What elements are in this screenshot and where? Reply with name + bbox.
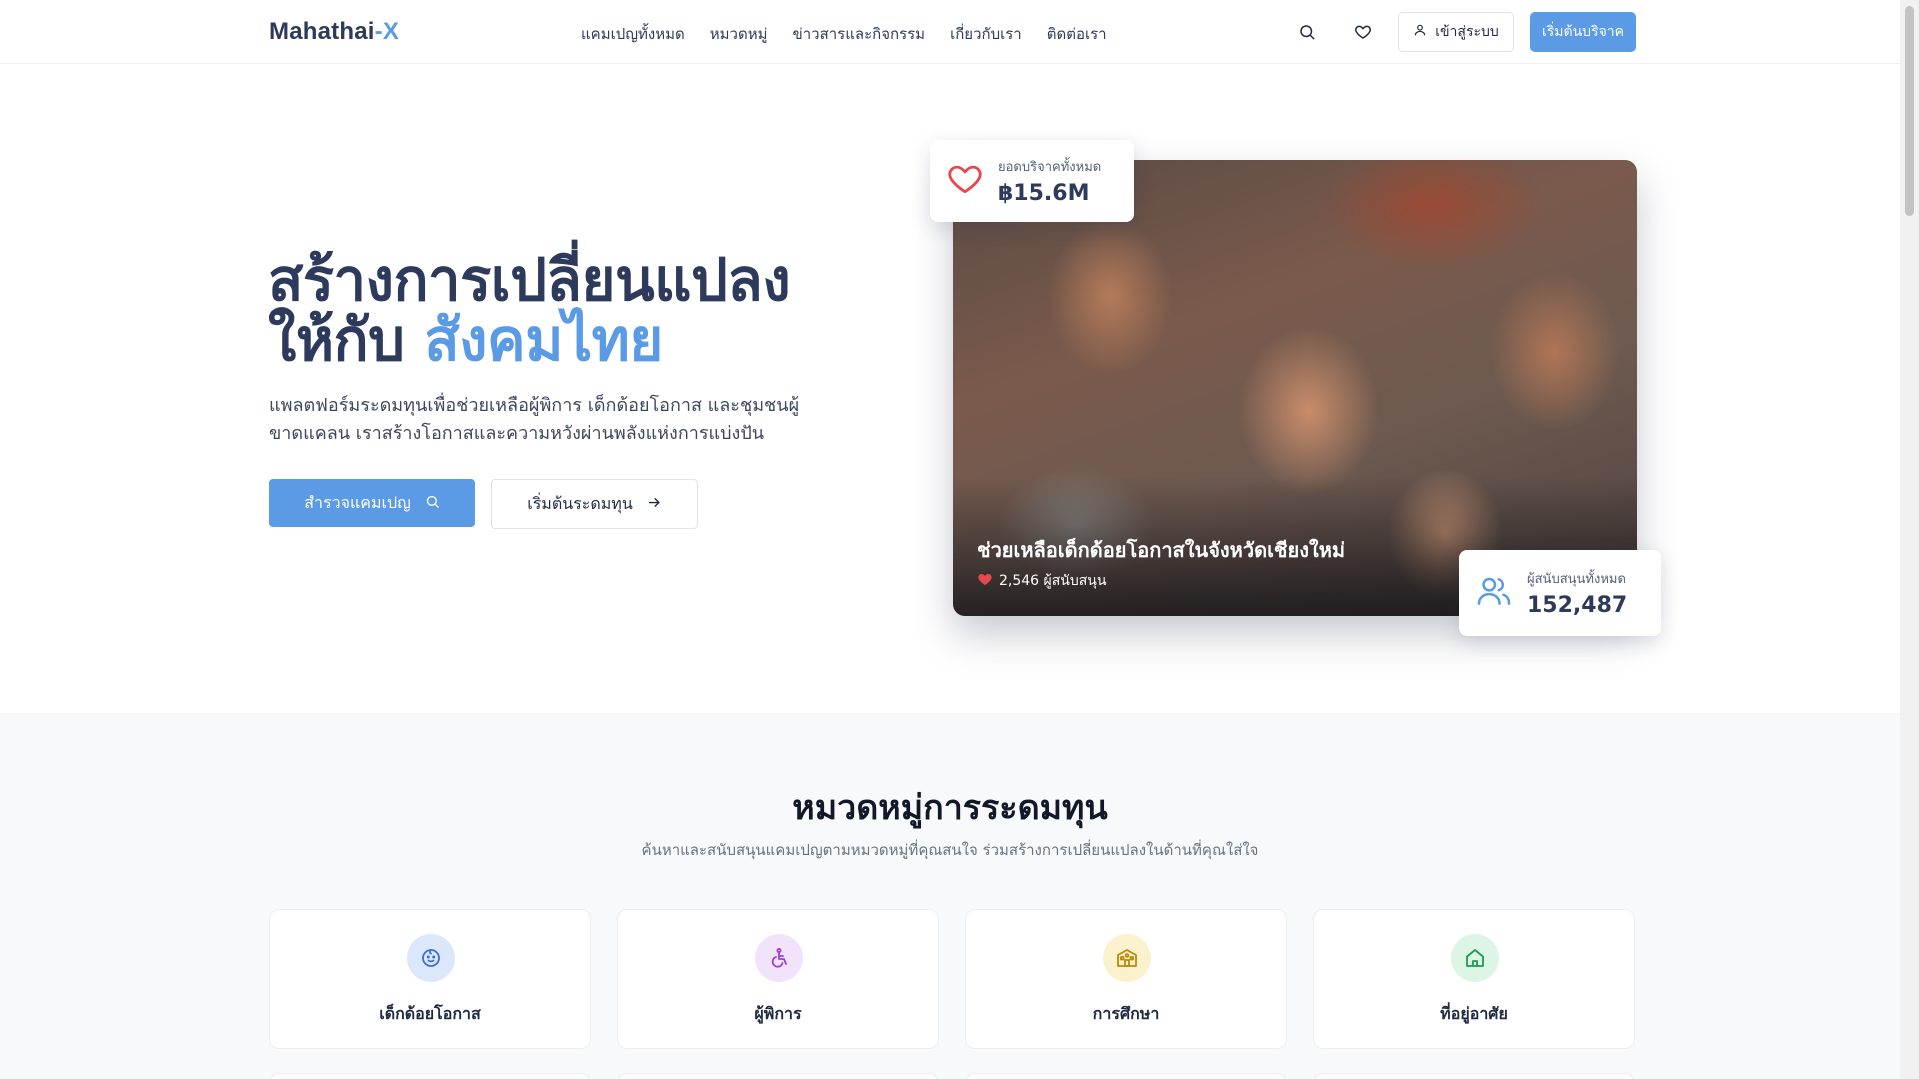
menu-item-categories[interactable]: หมวดหมู่ [710, 22, 768, 46]
category-card-housing[interactable]: ที่อยู่อาศัย [1313, 909, 1635, 1049]
category-card-next-row[interactable] [269, 1073, 591, 1079]
explore-label: สำรวจแคมเปญ [304, 492, 411, 512]
school-icon [1103, 934, 1151, 982]
hero-title: สร้างการเปลี่ยนแปลง ให้กับ สังคมไทย [268, 246, 791, 370]
heart-icon[interactable] [1351, 20, 1375, 44]
brand-logo[interactable]: Mahathai-X [269, 18, 399, 46]
hero-title-line2: ให้กับ สังคมไทย [268, 310, 790, 370]
supporters-count: 2,546 ผู้สนับสนุน [999, 573, 1107, 589]
featured-campaign-supporters: 2,546 ผู้สนับสนุน [977, 570, 1106, 592]
total-donations-card: ยอดบริจาคทั้งหมด ฿15.6M [930, 140, 1134, 222]
category-label: ผู้พิการ [754, 1004, 802, 1023]
user-icon [1413, 23, 1427, 41]
start-fundraising-label: เริ่มต้นระดมทุน [527, 493, 633, 513]
hero-title-line1: สร้างการเปลี่ยนแปลง [268, 246, 791, 314]
top-navbar: Mahathai-X แคมเปญทั้งหมด หมวดหมู่ ข่าวสา… [0, 0, 1900, 64]
featured-campaign-card[interactable]: ช่วยเหลือเด็กด้อยโอกาสในจังหวัดเชียงใหม่… [953, 160, 1637, 616]
featured-campaign-title: ช่วยเหลือเด็กด้อยโอกาสในจังหวัดเชียงใหม่ [977, 538, 1346, 562]
search-icon [425, 494, 440, 513]
start-donate-button[interactable]: เริ่มต้นบริจาค [1530, 12, 1636, 52]
category-card-next-row[interactable] [1313, 1073, 1635, 1079]
login-label: เข้าสู่ระบบ [1435, 24, 1499, 40]
menu-item-contact[interactable]: ติดต่อเรา [1047, 22, 1107, 46]
heart-icon [946, 160, 984, 202]
arrow-right-icon [647, 495, 662, 514]
hero-title-highlight: สังคมไทย [424, 306, 663, 374]
total-supporters-value: 152,487 [1527, 593, 1628, 618]
login-button[interactable]: เข้าสู่ระบบ [1398, 12, 1514, 52]
menu-item-news[interactable]: ข่าวสารและกิจกรรม [792, 22, 925, 46]
category-label: การศึกษา [1092, 1004, 1160, 1023]
menu-item-about[interactable]: เกี่ยวกับเรา [950, 22, 1022, 46]
accessibility-icon [755, 934, 803, 982]
brand-suffix: -X [374, 18, 400, 45]
page-scrollbar[interactable] [1900, 0, 1919, 1079]
search-icon[interactable] [1295, 20, 1319, 44]
total-supporters-label: ผู้สนับสนุนทั้งหมด [1527, 572, 1626, 587]
category-label: ที่อยู่อาศัย [1440, 1004, 1508, 1023]
menu-item-all-campaigns[interactable]: แคมเปญทั้งหมด [581, 22, 685, 46]
categories-title: หมวดหมู่การระดมทุน [792, 788, 1108, 828]
category-card-underprivileged-children[interactable]: เด็กด้อยโอกาส [269, 909, 591, 1049]
heart-filled-icon [977, 571, 993, 591]
total-donations-label: ยอดบริจาคทั้งหมด [998, 160, 1102, 175]
baby-face-icon [407, 934, 455, 982]
scrollbar-thumb[interactable] [1905, 6, 1914, 216]
category-label: เด็กด้อยโอกาส [379, 1004, 481, 1023]
category-card-education[interactable]: การศึกษา [965, 909, 1287, 1049]
main-menu: แคมเปญทั้งหมด หมวดหมู่ ข่าวสารและกิจกรรม… [581, 22, 1107, 46]
brand-name: Mahathai [269, 18, 375, 45]
category-card-next-row[interactable] [617, 1073, 939, 1079]
hero-description: แพลตฟอร์มระดมทุนเพื่อช่วยเหลือผู้พิการ เ… [269, 395, 800, 444]
users-icon [1475, 572, 1513, 614]
home-icon [1451, 934, 1499, 982]
total-supporters-card: ผู้สนับสนุนทั้งหมด 152,487 [1459, 550, 1661, 636]
categories-subtitle: ค้นหาและสนับสนุนแคมเปญตามหมวดหมู่ที่คุณส… [641, 841, 1259, 859]
category-card-disabled[interactable]: ผู้พิการ [617, 909, 939, 1049]
start-fundraising-button[interactable]: เริ่มต้นระดมทุน [491, 479, 698, 529]
category-card-next-row[interactable] [965, 1073, 1287, 1079]
hero-title-prefix: ให้กับ [268, 306, 405, 374]
total-donations-value: ฿15.6M [998, 181, 1090, 206]
explore-campaigns-button[interactable]: สำรวจแคมเปญ [269, 479, 475, 527]
